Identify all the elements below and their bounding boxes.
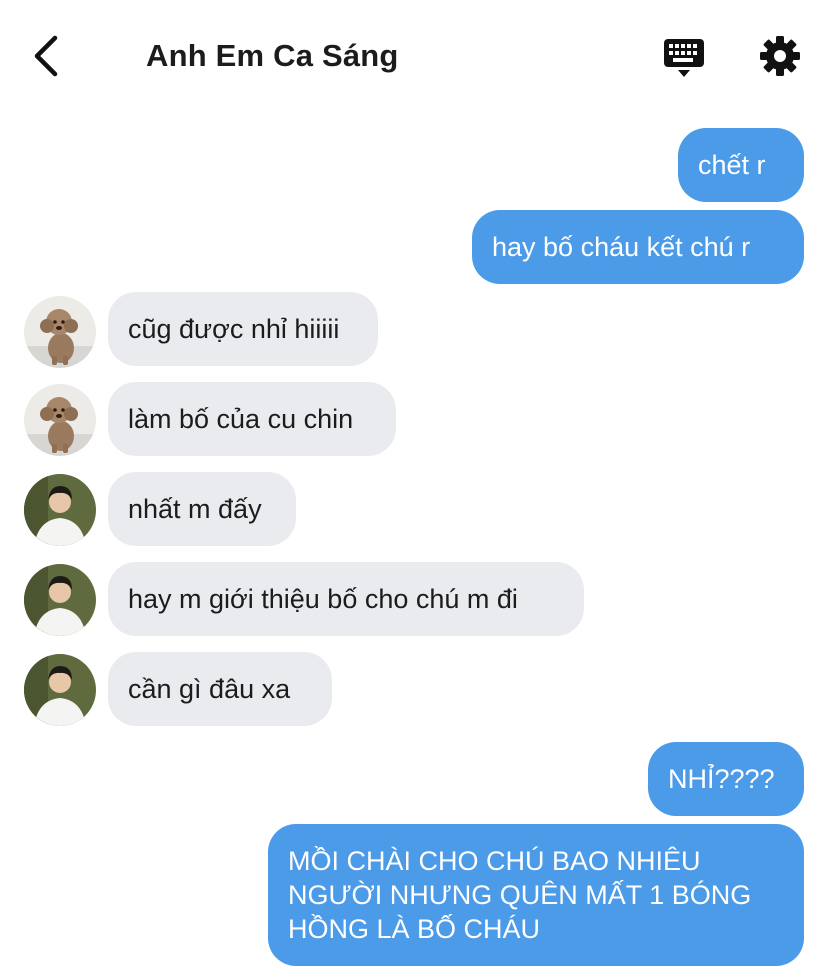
poodle-avatar[interactable] [24,296,96,368]
back-button[interactable] [22,28,70,84]
chat-header: Anh Em Ca Sáng [0,0,828,112]
message-text: cũg được nhỉ hiiiii [128,314,340,344]
message-list: chết r hay bố cháu kết chú r cũg được nh… [0,112,828,970]
message-text: nhất m đấy [128,494,262,524]
message-text: hay bố cháu kết chú r [492,232,751,262]
young-man-avatar[interactable] [24,474,96,546]
outgoing-message-bubble[interactable]: NHỈ???? [648,742,804,816]
incoming-message-bubble[interactable]: làm bố của cu chin [108,382,396,456]
message-text: MỒI CHÀI CHO CHÚ BAO NHIÊU NGƯỜI NHƯNG Q… [288,846,752,944]
message-text: hay m giới thiệu bố cho chú m đi [128,584,518,614]
outgoing-message-bubble[interactable]: MỒI CHÀI CHO CHÚ BAO NHIÊU NGƯỜI NHƯNG Q… [268,824,804,966]
incoming-message-bubble[interactable]: hay m giới thiệu bố cho chú m đi [108,562,584,636]
young-man-avatar[interactable] [24,654,96,726]
incoming-message-bubble[interactable]: cần gì đâu xa [108,652,332,726]
gear-icon [760,36,800,76]
outgoing-message-bubble[interactable]: hay bố cháu kết chú r [472,210,804,284]
message-text: NHỈ???? [668,764,775,794]
outgoing-message-bubble[interactable]: chết r [678,128,804,202]
incoming-message-bubble[interactable]: cũg được nhỉ hiiiii [108,292,378,366]
young-man-avatar[interactable] [24,564,96,636]
message-text: cần gì đâu xa [128,674,291,704]
incoming-message-bubble[interactable]: nhất m đấy [108,472,296,546]
poodle-avatar[interactable] [24,384,96,456]
settings-button[interactable] [756,32,804,80]
chevron-left-icon [34,35,58,77]
keyboard-icon [664,39,704,77]
chat-title: Anh Em Ca Sáng [146,38,399,73]
message-text: chết r [698,150,766,180]
message-text: làm bố của cu chin [128,404,354,434]
keyboard-button[interactable] [660,34,708,82]
